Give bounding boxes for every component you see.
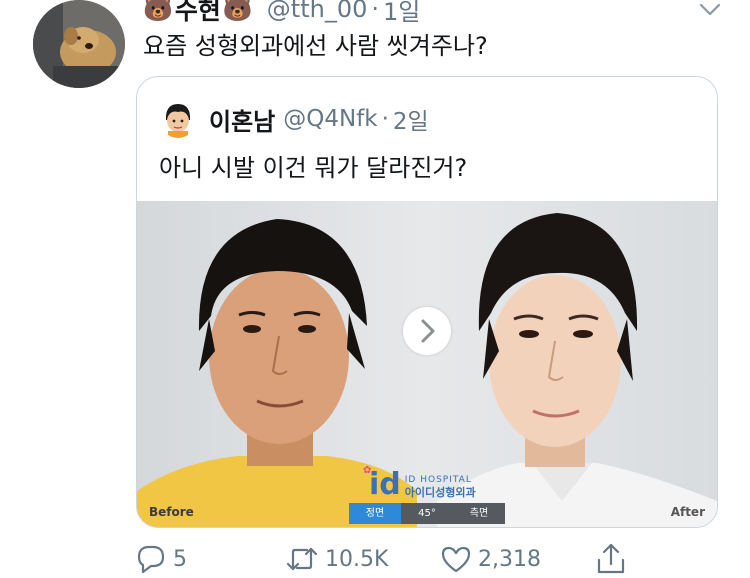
- next-image-button[interactable]: [403, 307, 451, 355]
- like-count: 2,318: [478, 546, 541, 572]
- tweet-header: 🐻 수현 🐻 @tth_00 · 1일: [143, 0, 420, 27]
- retweet-icon: [286, 547, 318, 571]
- reply-icon: [137, 545, 165, 574]
- tweet-action-bar: 5 10.5K 2,318: [135, 540, 735, 578]
- like-button[interactable]: 2,318: [440, 540, 541, 578]
- bear-emoji-right: 🐻: [222, 0, 253, 23]
- reply-button[interactable]: 5: [135, 540, 187, 578]
- quoted-header-separator: ·: [381, 106, 389, 132]
- hospital-logo-text: id: [369, 467, 401, 502]
- tweet-timestamp[interactable]: 1일: [383, 0, 420, 27]
- hospital-watermark: ✿ id ID HOSPITAL 아이디성형외과: [363, 465, 476, 502]
- chevron-right-icon: [421, 319, 435, 343]
- quoted-tweet-text: 아니 시발 이건 뭐가 달라진거?: [159, 154, 468, 182]
- quoted-author-avatar[interactable]: [159, 100, 197, 138]
- share-icon: [597, 543, 625, 574]
- flower-logo-icon: ✿: [363, 465, 372, 476]
- view-tab-side: 측면: [453, 503, 505, 524]
- avatar-cartoon-icon: [159, 100, 197, 138]
- author-display-name[interactable]: 수현: [175, 0, 221, 27]
- retweet-button[interactable]: 10.5K: [285, 540, 388, 578]
- bear-emoji-left: 🐻: [143, 0, 173, 23]
- reply-count: 5: [173, 546, 187, 572]
- retweet-count: 10.5K: [325, 546, 389, 572]
- share-button[interactable]: [595, 540, 627, 578]
- view-tab-45: 45°: [401, 503, 453, 524]
- view-angle-tabs: 정면 45° 측면: [349, 503, 505, 524]
- caret-down-icon[interactable]: [698, 0, 722, 22]
- author-handle[interactable]: @tth_00: [267, 0, 368, 23]
- after-label: After: [670, 505, 705, 519]
- quoted-tweet-card[interactable]: 이혼남 @Q4Nfk · 2일 아니 시발 이건 뭐가 달라진거? ✿ id I…: [136, 76, 718, 528]
- hospital-name-ko: 아이디성형외과: [404, 486, 476, 499]
- quoted-timestamp[interactable]: 2일: [393, 102, 429, 136]
- quoted-tweet-image[interactable]: ✿ id ID HOSPITAL 아이디성형외과 정면 45° 측면 Befor…: [137, 201, 717, 527]
- header-separator: ·: [371, 0, 380, 23]
- quoted-tweet-header: 이혼남 @Q4Nfk · 2일: [159, 99, 429, 139]
- quoted-handle[interactable]: @Q4Nfk: [283, 106, 377, 132]
- before-label: Before: [149, 505, 194, 519]
- tweet-text: 요즘 성형외과에선 사람 씻겨주나?: [143, 32, 488, 60]
- avatar-dog-photo: [33, 0, 125, 88]
- quoted-display-name[interactable]: 이혼남: [209, 102, 275, 137]
- hospital-name-en: ID HOSPITAL: [404, 475, 472, 485]
- author-avatar[interactable]: [33, 0, 125, 88]
- like-icon: [441, 546, 471, 573]
- view-tab-front: 정면: [349, 503, 401, 524]
